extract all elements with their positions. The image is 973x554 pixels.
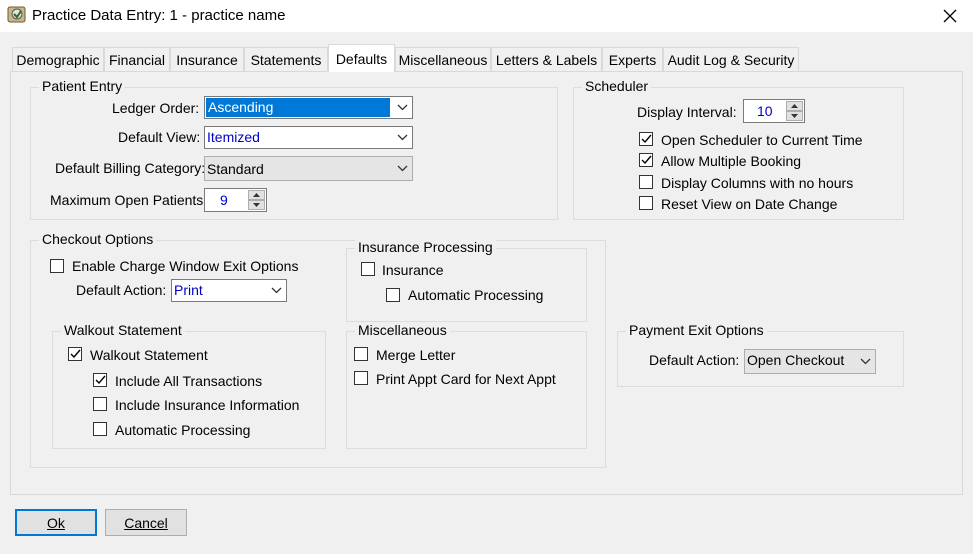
billing-category-value: Standard (207, 161, 264, 177)
default-view-value: Itemized (207, 129, 260, 145)
display-columns-no-hours-label: Display Columns with no hours (661, 175, 854, 191)
walkout-statement-title: Walkout Statement (61, 322, 185, 338)
walkout-auto-processing-label: Automatic Processing (115, 422, 251, 438)
ledger-order-value: Ascending (206, 98, 390, 117)
chevron-down-icon[interactable] (392, 127, 412, 148)
ok-button-label: Ok (47, 514, 65, 531)
checkout-default-action-value: Print (174, 282, 203, 298)
max-open-label: Maximum Open Patients: (50, 192, 208, 208)
insurance-auto-processing-checkbox[interactable] (386, 288, 400, 302)
billing-category-dropdown[interactable]: Standard (204, 156, 413, 181)
close-icon[interactable] (937, 4, 963, 28)
allow-multiple-booking-checkbox[interactable] (639, 153, 653, 167)
enable-exit-options-checkbox[interactable] (50, 259, 64, 273)
max-open-value: 9 (220, 192, 228, 208)
spin-down-icon[interactable] (248, 200, 265, 210)
checkout-default-action-dropdown[interactable]: Print (171, 279, 287, 302)
default-view-label: Default View: (118, 129, 201, 145)
walkout-statement-checkbox[interactable] (68, 347, 82, 361)
payment-default-action-dropdown[interactable]: Open Checkout (744, 349, 876, 374)
cancel-button-label: Cancel (124, 514, 168, 531)
open-scheduler-current-time-checkbox[interactable] (639, 132, 653, 146)
insurance-auto-processing-label: Automatic Processing (408, 287, 544, 303)
reset-view-date-change-checkbox[interactable] (639, 196, 653, 210)
chevron-down-icon[interactable] (392, 157, 412, 180)
checkout-options-title: Checkout Options (39, 231, 157, 247)
miscellaneous-title: Miscellaneous (355, 322, 450, 338)
ledger-order-label: Ledger Order: (112, 100, 200, 116)
tab-defaults[interactable]: Defaults (328, 44, 395, 72)
window-title: Practice Data Entry: 1 - practice name (32, 7, 286, 24)
merge-letter-label: Merge Letter (376, 347, 456, 363)
include-insurance-info-label: Include Insurance Information (115, 397, 300, 413)
payment-exit-options-title: Payment Exit Options (626, 322, 767, 338)
walkout-auto-processing-checkbox[interactable] (93, 422, 107, 436)
insurance-processing-title: Insurance Processing (355, 239, 496, 255)
tab-letters-labels[interactable]: Letters & Labels (491, 47, 602, 71)
patient-entry-title: Patient Entry (39, 78, 126, 94)
checkout-default-action-label: Default Action: (76, 282, 167, 298)
max-open-stepper[interactable]: 9 (204, 188, 267, 212)
display-columns-no-hours-checkbox[interactable] (639, 175, 653, 189)
chevron-down-icon[interactable] (855, 350, 875, 373)
spin-down-icon[interactable] (786, 111, 803, 121)
chevron-down-icon[interactable] (266, 280, 286, 301)
enable-exit-options-label: Enable Charge Window Exit Options (72, 258, 299, 274)
spin-up-icon[interactable] (248, 190, 265, 200)
tab-insurance[interactable]: Insurance (170, 47, 244, 71)
ledger-order-dropdown[interactable]: Ascending (204, 96, 413, 119)
include-all-transactions-checkbox[interactable] (93, 373, 107, 387)
display-interval-label: Display Interval: (637, 104, 737, 120)
print-appt-card-label: Print Appt Card for Next Appt (376, 371, 556, 387)
spin-up-icon[interactable] (786, 101, 803, 111)
walkout-statement-label: Walkout Statement (90, 347, 208, 363)
display-interval-stepper[interactable]: 10 (743, 99, 805, 123)
tab-audit-log-security[interactable]: Audit Log & Security (663, 47, 799, 71)
display-interval-value: 10 (757, 103, 773, 119)
insurance-checkbox[interactable] (361, 262, 375, 276)
insurance-processing-group: Insurance Processing (346, 239, 587, 322)
ok-button[interactable]: Ok (15, 509, 97, 536)
tab-experts[interactable]: Experts (602, 47, 663, 71)
scheduler-title: Scheduler (582, 78, 652, 94)
payment-default-action-label: Default Action: (649, 352, 740, 368)
open-scheduler-current-time-label: Open Scheduler to Current Time (661, 132, 863, 148)
chevron-down-icon[interactable] (392, 97, 412, 118)
tab-demographic[interactable]: Demographic (12, 47, 104, 71)
billing-category-label: Default Billing Category: (55, 160, 206, 176)
allow-multiple-booking-label: Allow Multiple Booking (661, 153, 802, 169)
merge-letter-checkbox[interactable] (354, 347, 368, 361)
include-all-transactions-label: Include All Transactions (115, 373, 263, 389)
app-icon (7, 6, 27, 25)
insurance-label: Insurance (382, 262, 444, 278)
tab-statements[interactable]: Statements (244, 47, 328, 71)
tab-miscellaneous[interactable]: Miscellaneous (395, 47, 491, 71)
tab-financial[interactable]: Financial (104, 47, 170, 71)
print-appt-card-checkbox[interactable] (354, 371, 368, 385)
cancel-button[interactable]: Cancel (105, 509, 187, 536)
include-insurance-info-checkbox[interactable] (93, 397, 107, 411)
default-view-dropdown[interactable]: Itemized (204, 126, 413, 149)
payment-default-action-value: Open Checkout (747, 352, 845, 368)
reset-view-date-change-label: Reset View on Date Change (661, 196, 838, 212)
